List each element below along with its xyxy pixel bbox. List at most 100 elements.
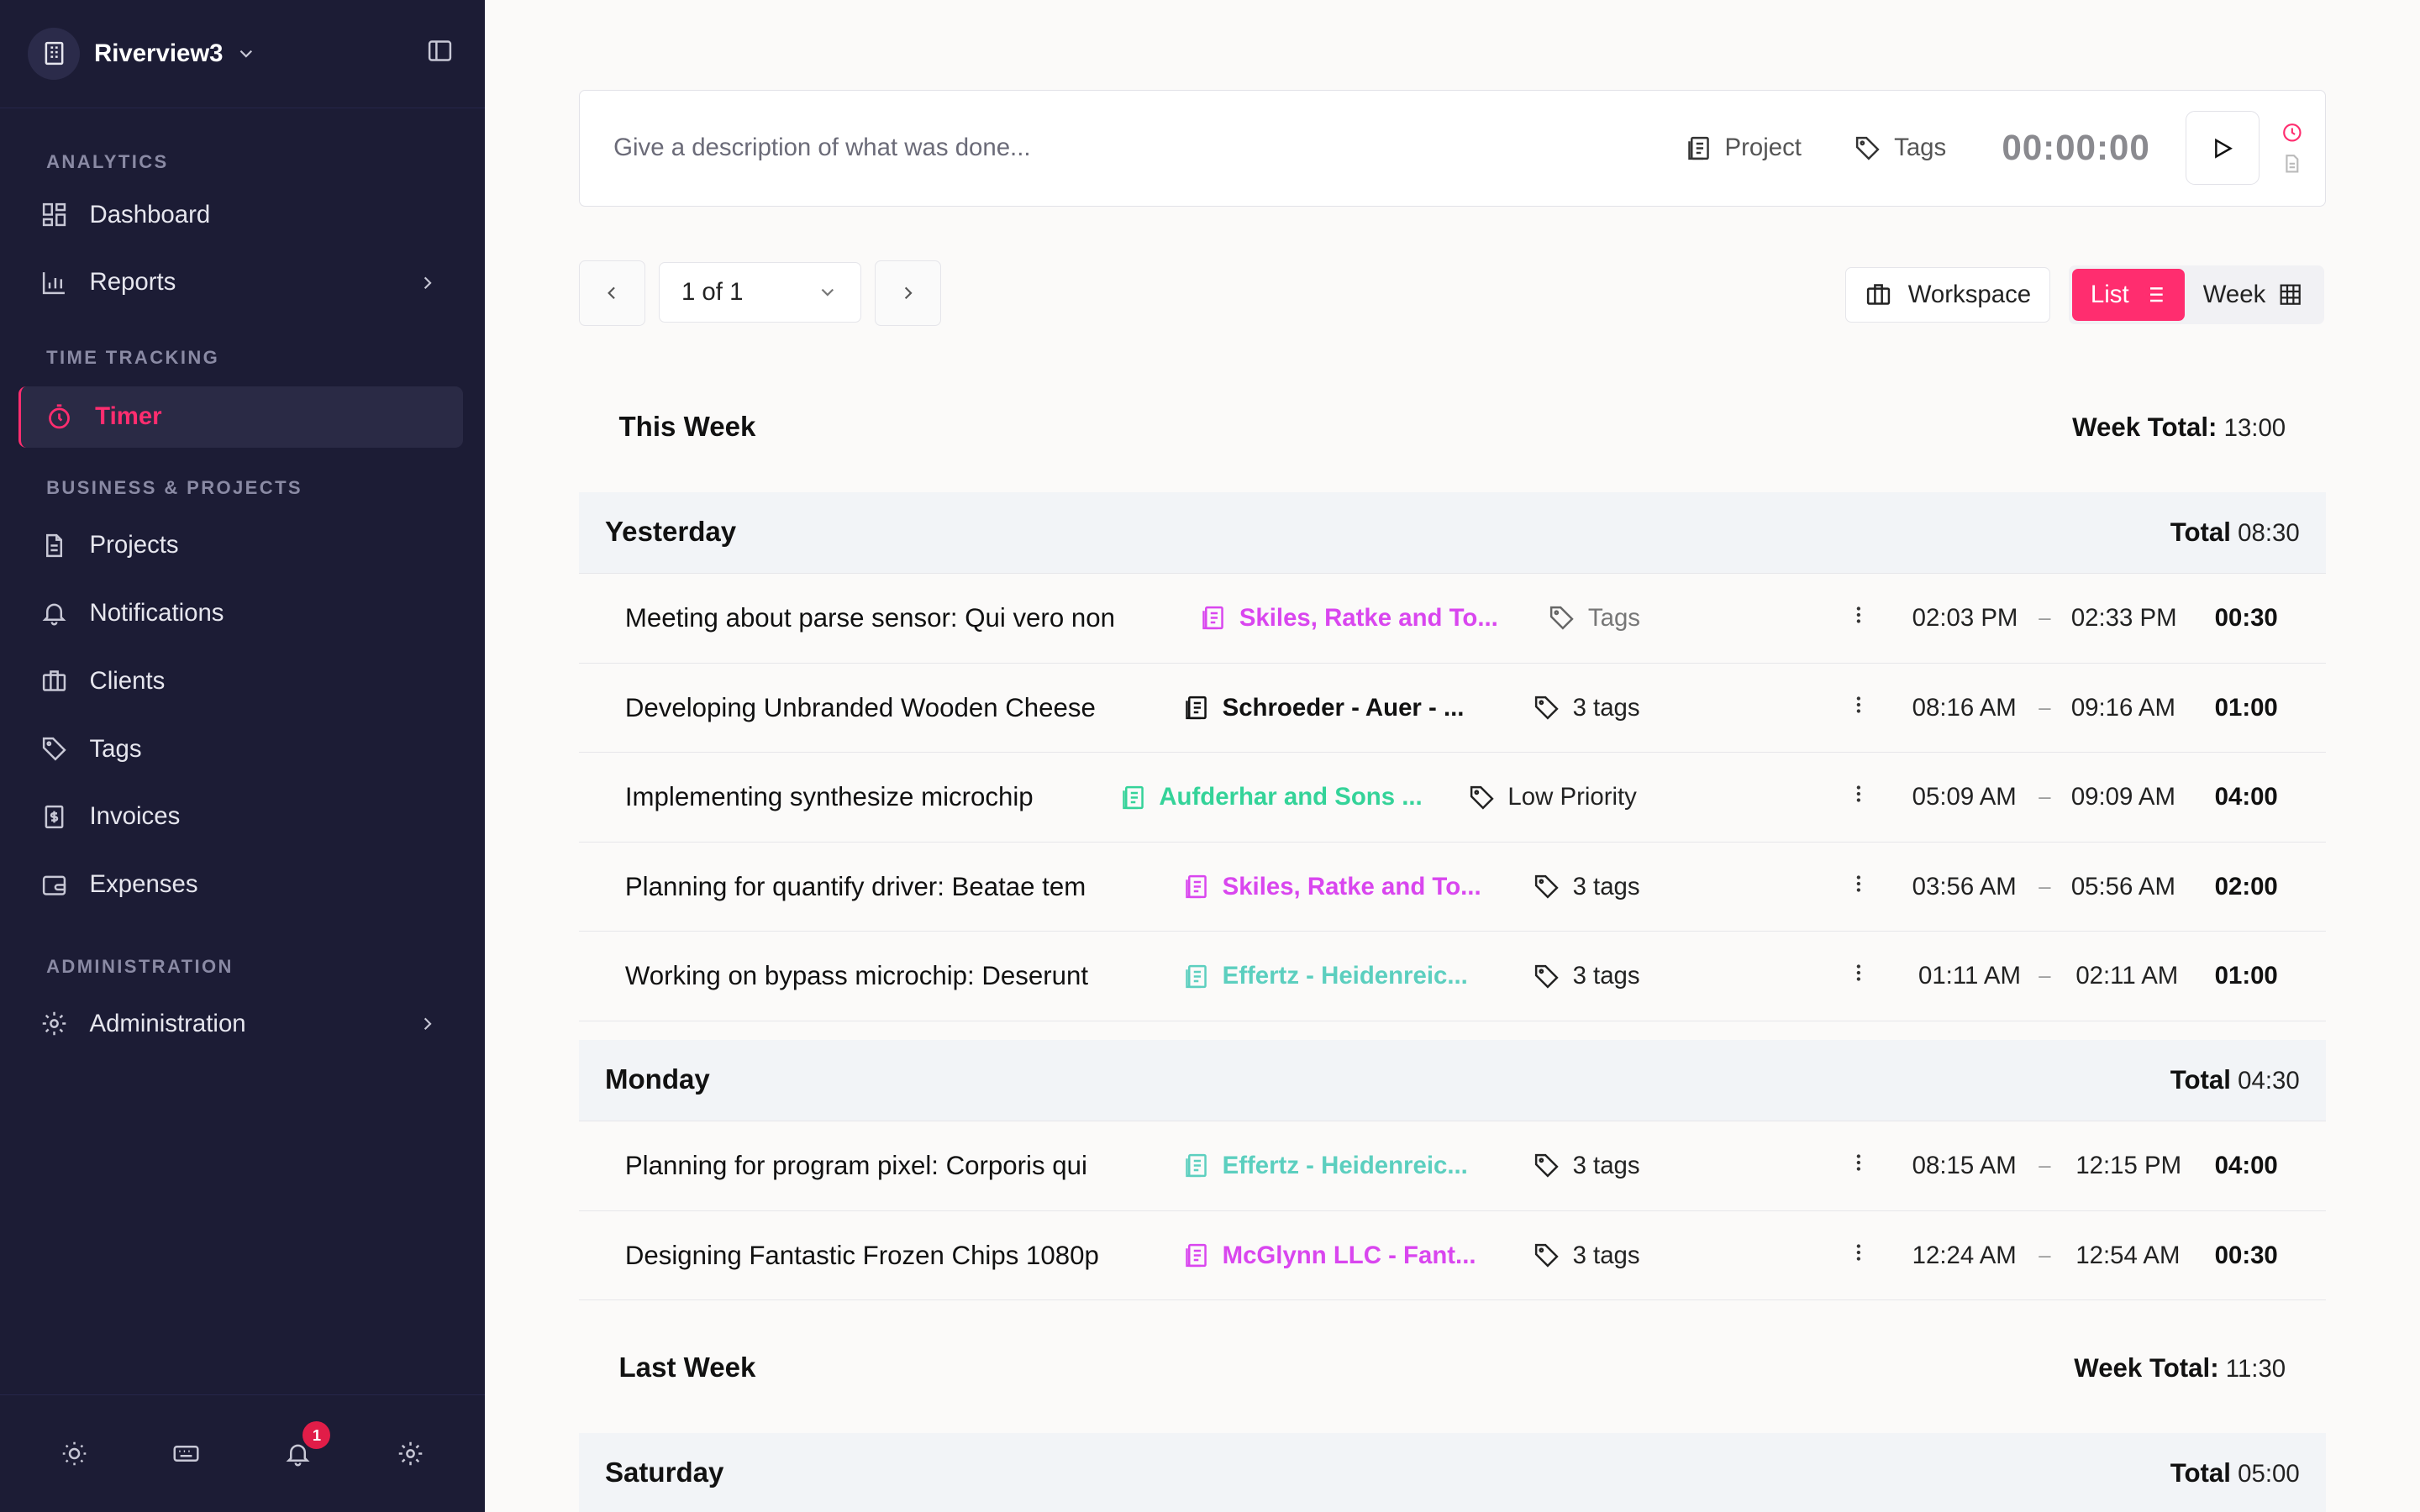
tag-icon [1856, 136, 1881, 160]
list-icon [2145, 287, 2163, 302]
entry-description[interactable]: Planning for program pixel: Corporis qui [625, 1151, 1131, 1181]
gear-icon [42, 1011, 66, 1036]
more-options-icon[interactable] [1848, 602, 1870, 633]
entry-duration[interactable]: 04:00 [2215, 783, 2278, 811]
more-options-icon[interactable] [1848, 1240, 1870, 1271]
entry-start-time[interactable]: 01:11 AM [1918, 962, 2021, 990]
entry-start-time[interactable]: 02:03 PM [1912, 604, 2018, 633]
time-entry-row[interactable]: Developing Unbranded Wooden Cheese Schro… [578, 664, 2326, 753]
project-selector[interactable]: Project [1685, 134, 1802, 162]
prev-page-button[interactable] [578, 260, 645, 326]
entry-duration[interactable]: 00:30 [2215, 604, 2278, 633]
entry-end-time[interactable]: 02:33 PM [2071, 604, 2177, 633]
entry-duration[interactable]: 02:00 [2215, 873, 2278, 901]
workspace-button[interactable]: Workspace [1845, 266, 2051, 323]
time-entry-row[interactable]: Planning for quantify driver: Beatae tem… [578, 843, 2326, 932]
entry-description[interactable]: Developing Unbranded Wooden Cheese [625, 693, 1150, 723]
view-controls: Workspace List Week [1845, 265, 2325, 324]
time-entry-row[interactable]: Working on bypass microchip: Deserunt Ef… [578, 932, 2326, 1021]
sidebar-item-label: Dashboard [89, 200, 211, 228]
entry-tags[interactable]: 3 tags [1533, 1242, 1640, 1270]
entry-start-time[interactable]: 08:15 AM [1912, 1152, 2017, 1180]
tag-icon [42, 737, 66, 761]
entry-end-time[interactable]: 09:16 AM [2071, 694, 2175, 722]
time-entry-row[interactable]: Meeting about parse sensor: Qui vero non… [578, 574, 2326, 664]
entry-tags[interactable]: Tags [1548, 604, 1640, 633]
entry-project[interactable]: Effertz - Heidenreic... [1182, 1152, 1468, 1180]
start-timer-button[interactable] [2185, 111, 2260, 186]
sidebar-item-label: Projects [89, 531, 179, 559]
entry-end-time[interactable]: 05:56 AM [2071, 873, 2175, 901]
entry-end-time[interactable]: 09:09 AM [2071, 783, 2175, 811]
entry-tags-label: 3 tags [1572, 1152, 1640, 1180]
entry-tags[interactable]: Low Priority [1468, 783, 1637, 811]
building-icon[interactable] [28, 27, 81, 80]
entry-tags[interactable]: 3 tags [1533, 1152, 1640, 1180]
more-options-icon[interactable] [1848, 871, 1870, 902]
theme-toggle-button[interactable] [51, 1431, 97, 1477]
tags-selector[interactable]: Tags [1854, 134, 1946, 162]
entry-project[interactable]: McGlynn LLC - Fant... [1182, 1242, 1476, 1270]
more-options-icon[interactable] [1848, 960, 1870, 991]
sidebar-item-tags[interactable]: Tags [0, 718, 485, 780]
sidebar-item-administration[interactable]: Administration [0, 993, 485, 1054]
sidebar-item-notifications[interactable]: Notifications [0, 582, 485, 643]
more-options-icon[interactable] [1848, 692, 1870, 723]
workspace-name[interactable]: Riverview3 [94, 39, 224, 68]
day-total: Total 08:30 [2170, 517, 2300, 548]
entry-description[interactable]: Implementing synthesize microchip [625, 782, 1066, 812]
sidebar-collapse-icon[interactable] [426, 37, 454, 71]
description-input[interactable] [613, 134, 1633, 163]
entry-project[interactable]: Effertz - Heidenreic... [1182, 962, 1468, 990]
more-options-icon[interactable] [1848, 781, 1870, 812]
sidebar-item-dashboard[interactable]: Dashboard [0, 184, 485, 245]
settings-button[interactable] [387, 1431, 434, 1477]
entry-duration[interactable]: 04:00 [2215, 1152, 2278, 1180]
entry-duration[interactable]: 01:00 [2215, 962, 2278, 990]
entry-tags[interactable]: 3 tags [1533, 694, 1640, 722]
entry-description[interactable]: Meeting about parse sensor: Qui vero non [625, 603, 1150, 633]
clock-icon[interactable] [2281, 122, 2303, 144]
sidebar-item-projects[interactable]: Projects [0, 514, 485, 575]
sidebar-item-clients[interactable]: Clients [0, 650, 485, 711]
entry-tags-label: 3 tags [1572, 962, 1640, 990]
manual-entry-icon[interactable] [2281, 153, 2303, 175]
entry-duration[interactable]: 00:30 [2215, 1242, 2278, 1270]
entry-start-time[interactable]: 08:16 AM [1912, 694, 2017, 722]
sidebar-item-reports[interactable]: Reports [0, 252, 485, 313]
entry-description[interactable]: Designing Fantastic Frozen Chips 1080p [625, 1241, 1131, 1271]
tag-icon [1534, 1243, 1559, 1268]
list-view-button[interactable]: List [2071, 268, 2185, 322]
sidebar-item-invoices[interactable]: Invoices [0, 786, 485, 848]
keyboard-shortcuts-button[interactable] [163, 1431, 209, 1477]
entry-project[interactable]: Schroeder - Auer - ... [1182, 694, 1464, 722]
time-entry-row[interactable]: Designing Fantastic Frozen Chips 1080p M… [578, 1211, 2326, 1301]
time-entry-row[interactable]: Implementing synthesize microchip Aufder… [578, 753, 2326, 843]
entry-start-time[interactable]: 05:09 AM [1912, 783, 2017, 811]
entry-description[interactable]: Planning for quantify driver: Beatae tem [625, 872, 1131, 902]
chevron-down-icon[interactable] [235, 43, 257, 65]
entry-start-time[interactable]: 12:24 AM [1912, 1242, 2017, 1270]
tag-icon [1534, 696, 1559, 720]
entry-tags[interactable]: 3 tags [1533, 962, 1640, 990]
entry-start-time[interactable]: 03:56 AM [1912, 873, 2017, 901]
page-select[interactable]: 1 of 1 [659, 262, 861, 323]
entry-end-time[interactable]: 02:11 AM [2075, 962, 2178, 990]
week-view-button[interactable]: Week [2185, 269, 2322, 321]
more-options-icon[interactable] [1848, 1150, 1870, 1181]
tag-icon [1534, 1154, 1559, 1179]
entry-description[interactable]: Working on bypass microchip: Deserunt [625, 961, 1131, 991]
next-page-button[interactable] [875, 260, 942, 326]
entry-project[interactable]: Skiles, Ratke and To... [1199, 604, 1498, 633]
entry-duration[interactable]: 01:00 [2215, 694, 2278, 722]
sidebar-item-label: Clients [89, 666, 166, 695]
entry-project[interactable]: Aufderhar and Sons ... [1119, 783, 1423, 811]
entry-end-time[interactable]: 12:54 AM [2075, 1242, 2180, 1270]
entry-project[interactable]: Skiles, Ratke and To... [1182, 873, 1481, 901]
entry-tags[interactable]: 3 tags [1533, 873, 1640, 901]
notifications-button[interactable]: 1 [275, 1421, 331, 1477]
time-entry-row[interactable]: Planning for program pixel: Corporis qui… [578, 1121, 2326, 1211]
entry-end-time[interactable]: 12:15 PM [2075, 1152, 2181, 1180]
sidebar-item-timer[interactable]: Timer [18, 386, 464, 449]
sidebar-item-expenses[interactable]: Expenses [0, 853, 485, 915]
